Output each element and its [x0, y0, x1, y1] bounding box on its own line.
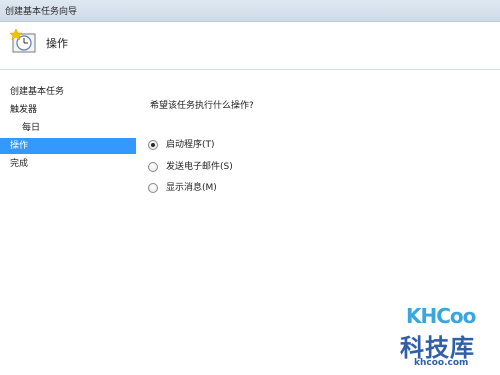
option-start-program[interactable]: 启动程序(T) — [148, 138, 215, 152]
option-show-message[interactable]: 显示消息(M) — [148, 181, 217, 195]
option-show-message-label: 显示消息(M) — [166, 183, 217, 193]
radio-show-message[interactable] — [148, 183, 158, 193]
option-send-email[interactable]: 发送电子邮件(S) — [148, 160, 233, 174]
title-bar: 创建基本任务向导 — [0, 0, 500, 22]
option-send-email-label: 发送电子邮件(S) — [166, 162, 233, 172]
wizard-header: 操作 — [0, 22, 500, 70]
nav-step-trigger[interactable]: 触发器 — [0, 102, 136, 118]
option-start-program-label: 启动程序(T) — [166, 140, 215, 150]
wizard-steps-nav: 创建基本任务 触发器 每日 操作 完成 — [0, 80, 138, 375]
radio-start-program[interactable] — [148, 140, 158, 150]
watermark: KHCoo 科技库 khcoo.com — [378, 296, 496, 372]
nav-step-action[interactable]: 操作 — [0, 138, 136, 154]
action-question: 希望该任务执行什么操作? — [150, 101, 254, 111]
task-clock-icon — [10, 28, 36, 53]
radio-send-email[interactable] — [148, 162, 158, 172]
watermark-url: khcoo.com — [414, 358, 469, 368]
page-heading: 操作 — [46, 37, 68, 50]
nav-step-finish[interactable]: 完成 — [0, 156, 136, 172]
nav-step-create-basic-task[interactable]: 创建基本任务 — [0, 84, 136, 100]
watermark-logo: KHCoo — [406, 304, 476, 328]
window-title: 创建基本任务向导 — [5, 7, 78, 17]
nav-step-daily[interactable]: 每日 — [0, 120, 136, 136]
